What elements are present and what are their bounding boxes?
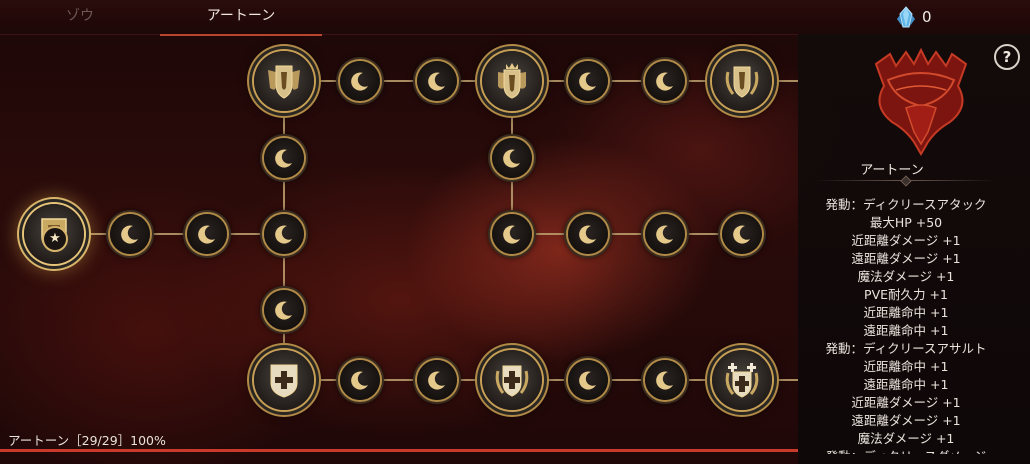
skill-node-bot3[interactable]	[712, 350, 772, 410]
skill-node-b3[interactable]	[568, 360, 608, 400]
skill-node-j1[interactable]	[264, 214, 304, 254]
skill-node-d1[interactable]	[264, 290, 304, 330]
panel-divider	[816, 180, 996, 181]
stat-line: 遠距離ダメージ +1	[851, 413, 961, 428]
stat-line: 発動：ディクリースアタック	[825, 197, 987, 212]
stat-line: 近距離ダメージ +1	[851, 233, 961, 248]
crescent-moon-icon	[733, 225, 750, 244]
stat-line: 遠距離命中 +1	[863, 377, 949, 392]
stat-line: 遠距離ダメージ +1	[851, 251, 961, 266]
crescent-moon-icon	[351, 72, 368, 91]
crescent-moon-icon	[579, 371, 596, 390]
crescent-moon-icon	[428, 371, 445, 390]
skill-node-top3[interactable]	[712, 51, 772, 111]
crystal-icon	[897, 6, 915, 28]
crescent-moon-icon	[121, 225, 138, 244]
laurel-shield-icon	[725, 66, 759, 98]
crescent-moon-icon	[579, 72, 596, 91]
crescent-moon-icon	[503, 149, 520, 168]
skill-node-m3[interactable]	[645, 214, 685, 254]
currency-display: 0	[896, 4, 932, 30]
triple-cross-shield-icon	[725, 363, 759, 398]
skill-node-top1[interactable]	[254, 51, 314, 111]
top-bar: ゾウ アートーン 0	[0, 0, 1030, 36]
tab-zou[interactable]: ゾウ	[0, 0, 160, 34]
cross-shield-icon	[270, 364, 298, 398]
skill-node-u1[interactable]	[264, 138, 304, 178]
skill-node-top2[interactable]	[482, 51, 542, 111]
panel-title: アートーン	[860, 163, 924, 178]
stat-line: 最大HP +50	[869, 215, 943, 230]
skill-node-bot2[interactable]	[482, 350, 542, 410]
stat-line: 近距離ダメージ +1	[851, 395, 961, 410]
start-star-badge: ★	[42, 226, 68, 252]
help-button[interactable]: ?	[994, 44, 1020, 70]
crowned-shield-icon	[498, 63, 526, 99]
skill-node-m4[interactable]	[722, 214, 762, 254]
crescent-moon-icon	[428, 72, 445, 91]
tab-arton[interactable]: アートーン	[160, 0, 322, 36]
stat-line: 近距離命中 +1	[863, 359, 949, 374]
stat-line: 魔法ダメージ +1	[857, 269, 955, 284]
stat-line: 発動：ディクリースダメージ	[798, 446, 1014, 454]
skill-node-a2[interactable]	[187, 214, 227, 254]
arton-crest-icon	[874, 47, 968, 156]
skill-node-b1[interactable]	[340, 360, 380, 400]
crescent-moon-icon	[503, 225, 520, 244]
skill-tree: ★	[0, 34, 798, 444]
skill-node-t1[interactable]	[340, 61, 380, 101]
skill-node-u2[interactable]	[492, 138, 532, 178]
skill-node-a1[interactable]	[110, 214, 150, 254]
currency-value: 0	[922, 8, 932, 26]
crescent-moon-icon	[656, 225, 673, 244]
stat-line: 遠距離命中 +1	[863, 323, 949, 338]
crescent-moon-icon	[351, 371, 368, 390]
crescent-moon-icon	[275, 149, 292, 168]
skill-node-bot1[interactable]	[254, 350, 314, 410]
skill-node-b4[interactable]	[645, 360, 685, 400]
crescent-moon-icon	[275, 225, 292, 244]
progress-fill	[0, 449, 798, 452]
stat-line: 近距離命中 +1	[863, 305, 949, 320]
crescent-moon-icon	[579, 225, 596, 244]
skill-node-t4[interactable]	[645, 61, 685, 101]
skill-node-t2[interactable]	[417, 61, 457, 101]
cross-laurel-shield-icon	[495, 365, 529, 397]
stat-line: 発動：ディクリースアサルト	[825, 341, 987, 356]
skill-node-b2[interactable]	[417, 360, 457, 400]
skill-node-t3[interactable]	[568, 61, 608, 101]
progress-bar	[0, 449, 798, 452]
crescent-moon-icon	[656, 371, 673, 390]
progress-label: アートーン［29/29］100%	[8, 433, 166, 448]
winged-shield-icon	[268, 65, 300, 99]
crescent-moon-icon	[656, 72, 673, 91]
crescent-moon-icon	[198, 225, 215, 244]
stat-line: PVE耐久力 +1	[864, 287, 948, 302]
skill-node-m2[interactable]	[568, 214, 608, 254]
stat-line: 魔法ダメージ +1	[857, 431, 955, 446]
stat-list: 発動：ディクリースアタック 最大HP +50 近距離ダメージ +1 遠距離ダメー…	[798, 194, 1030, 454]
skill-node-m1[interactable]	[492, 214, 532, 254]
crescent-moon-icon	[275, 301, 292, 320]
